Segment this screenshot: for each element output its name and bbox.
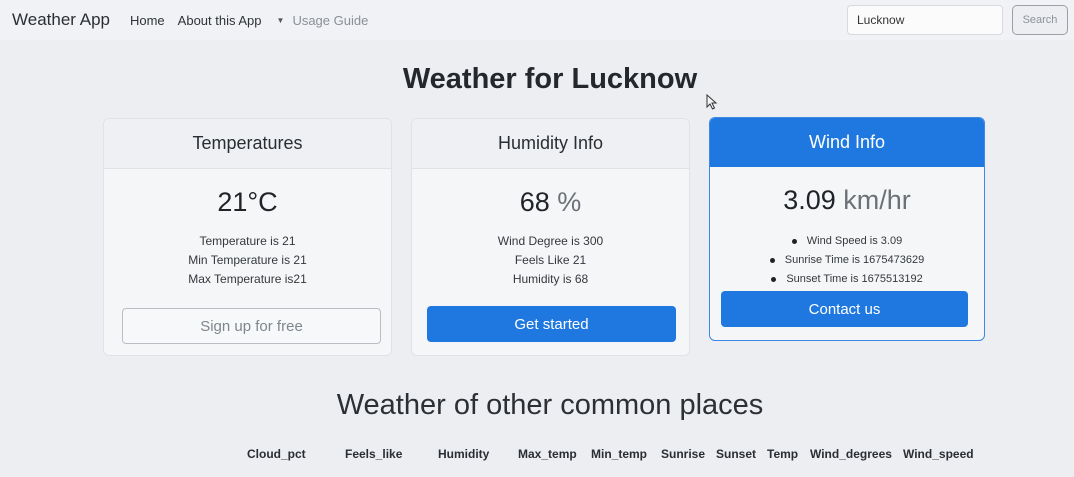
max-temperature-line: Max Temperature is21 <box>188 272 307 286</box>
feels-like-line: Feels Like 21 <box>514 253 587 267</box>
temperature-details: Temperature is 21 Min Temperature is 21 … <box>104 232 391 289</box>
mouse-cursor-icon <box>706 94 718 110</box>
wind-number: 3.09 <box>783 185 836 215</box>
bullet-icon <box>769 257 775 263</box>
page-title: Weather for Lucknow <box>402 63 698 95</box>
wind-unit: km/hr <box>843 185 911 215</box>
temperature-value: 21°C <box>217 187 278 217</box>
sunrise-line: Sunrise Time is 1675473629 <box>784 254 925 266</box>
nav-home-link[interactable]: Home <box>130 13 165 28</box>
list-item: Sunrise Time is 1675473629 <box>710 251 984 270</box>
column-header-cloud-pct: Cloud_pct <box>247 447 306 461</box>
sign-up-button[interactable]: Sign up for free <box>122 308 381 344</box>
column-header-wind-degrees: Wind_degrees <box>810 447 892 461</box>
get-started-button[interactable]: Get started <box>427 306 676 342</box>
humidity-card-header: Humidity Info <box>412 119 689 169</box>
wind-speed-line: Wind Speed is 3.09 <box>806 235 903 247</box>
humidity-details: Wind Degree is 300 Feels Like 21 Humidit… <box>412 232 689 289</box>
column-header-min-temp: Min_temp <box>591 447 648 461</box>
column-header-humidity: Humidity <box>438 447 490 461</box>
column-header-sunrise: Sunrise <box>661 447 706 461</box>
bullet-icon <box>791 238 797 244</box>
humidity-number: 68 <box>519 187 550 217</box>
column-header-temp: Temp <box>767 447 799 461</box>
humidity-line: Humidity is 68 <box>512 272 589 286</box>
search-input[interactable] <box>847 5 1003 35</box>
wind-degree-line: Wind Degree is 300 <box>497 234 604 248</box>
sunset-line: Sunset Time is 1675513192 <box>786 273 923 285</box>
contact-us-button[interactable]: Contact us <box>721 291 968 327</box>
search-button[interactable]: Search <box>1012 5 1068 35</box>
wind-details-list: Wind Speed is 3.09 Sunrise Time is 16754… <box>710 232 984 289</box>
list-item: Wind Speed is 3.09 <box>710 232 984 251</box>
wind-card-header: Wind Info <box>710 118 984 167</box>
column-header-max-temp: Max_temp <box>518 447 577 461</box>
column-header-sunset: Sunset <box>716 447 757 461</box>
column-header-wind-speed: Wind_speed <box>903 447 974 461</box>
humidity-value: 68 % <box>412 187 689 218</box>
nav-usage-guide-link[interactable]: Usage Guide <box>292 13 368 28</box>
nav-about-link[interactable]: About this App <box>178 13 262 28</box>
min-temperature-line: Min Temperature is 21 <box>188 253 307 267</box>
temperatures-card-header: Temperatures <box>104 119 391 169</box>
humidity-unit: % <box>557 187 582 217</box>
wind-value: 3.09 km/hr <box>710 185 984 216</box>
caret-down-icon[interactable]: ▼ <box>277 16 285 25</box>
bullet-icon <box>771 276 777 282</box>
temperature-line: Temperature is 21 <box>199 234 296 248</box>
brand-link[interactable]: Weather App <box>12 10 110 30</box>
list-item: Sunset Time is 1675513192 <box>710 270 984 289</box>
other-places-title: Weather of other common places <box>336 389 764 421</box>
column-header-feels-like: Feels_like <box>345 447 403 461</box>
